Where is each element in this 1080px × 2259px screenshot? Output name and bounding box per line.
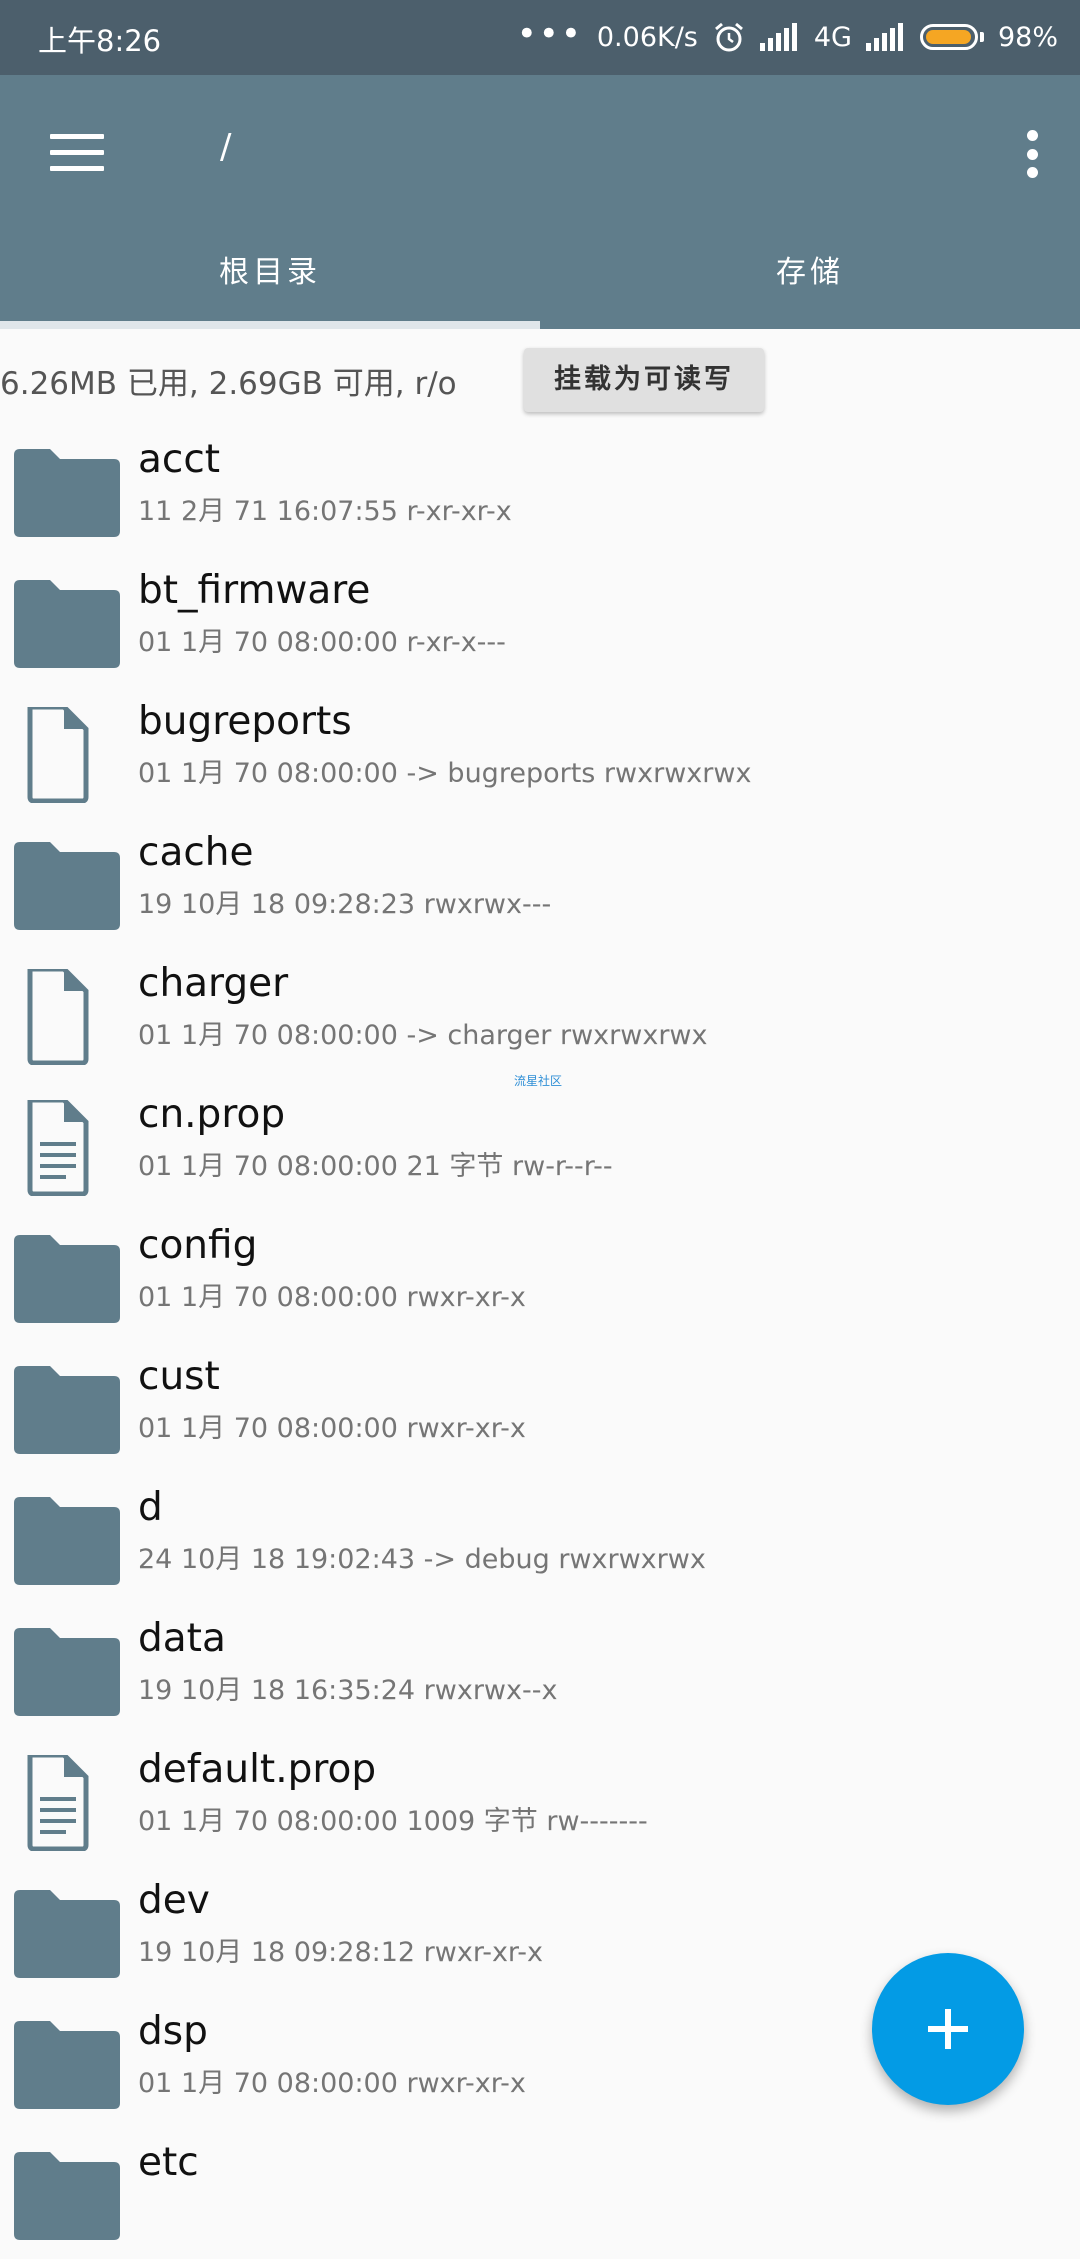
notification-dots-icon: •••	[516, 14, 583, 54]
status-icons: ••• 0.06K/s 4G 98%	[517, 16, 1058, 58]
file-meta: 01 1月 70 08:00:00 rwxr-xr-x	[138, 1413, 526, 1444]
watermark: 流星社区	[514, 1074, 563, 1088]
file-meta: 01 1月 70 08:00:00 rwxr-xr-x	[138, 2068, 526, 2099]
file-meta: 01 1月 70 08:00:00 rwxr-xr-x	[138, 1282, 526, 1313]
alarm-icon	[714, 22, 743, 52]
file-meta: 19 10月 18 09:28:23 rwxrwx---	[138, 889, 552, 920]
file-row[interactable]: d 24 10月 18 19:02:43 -> debug rwxrwxrwx	[0, 1473, 1080, 1604]
file-name: d	[138, 1485, 163, 1530]
net-speed: 0.06K/s	[596, 21, 698, 53]
file-name: dev	[138, 1878, 210, 1923]
file-row[interactable]: default.prop 01 1月 70 08:00:00 1009 字节 rw…	[0, 1735, 1080, 1866]
tab-storage[interactable]: 存储	[540, 245, 1080, 329]
file-meta: 11 2月 71 16:07:55 r-xr-xr-x	[138, 496, 512, 527]
current-path: /	[220, 127, 232, 167]
folder-icon	[10, 1231, 122, 1327]
file-name: config	[138, 1223, 258, 1268]
add-fab-button[interactable]	[872, 1953, 1024, 2105]
file-name: acct	[138, 437, 221, 482]
folder-icon	[10, 576, 122, 672]
tab-root[interactable]: 根目录	[0, 245, 540, 329]
folder-icon	[10, 1624, 122, 1720]
overflow-menu-icon[interactable]	[1024, 130, 1040, 178]
file-name: charger	[138, 961, 289, 1006]
storage-info-row: 6.26MB 已用, 2.69GB 可用, r/o 挂载为可读写	[0, 340, 1080, 420]
app-bar: / 根目录 存储	[0, 75, 1080, 329]
file-row[interactable]: etc	[0, 2128, 1080, 2259]
signal-icon-2	[865, 23, 903, 51]
network-type: 4G	[813, 21, 852, 53]
file-name: cn.prop	[138, 1092, 286, 1137]
folder-icon	[10, 1362, 122, 1458]
file-row[interactable]: config 01 1月 70 08:00:00 rwxr-xr-x	[0, 1211, 1080, 1342]
file-meta: 01 1月 70 08:00:00 -> charger rwxrwxrwx	[138, 1020, 708, 1051]
battery-percent: 98%	[997, 21, 1058, 53]
folder-icon	[10, 1493, 122, 1589]
signal-icon	[759, 23, 797, 51]
text-file-icon	[10, 1097, 122, 1197]
file-meta: 24 10月 18 19:02:43 -> debug rwxrwxrwx	[138, 1544, 706, 1575]
tab-indicator	[0, 321, 540, 329]
file-row[interactable]: acct 11 2月 71 16:07:55 r-xr-xr-x	[0, 425, 1080, 556]
folder-icon	[10, 838, 122, 934]
file-meta: 01 1月 70 08:00:00 1009 字节 rw-------	[138, 1806, 648, 1837]
file-name: data	[138, 1616, 226, 1661]
file-name: etc	[138, 2140, 199, 2185]
file-row[interactable]: cache 19 10月 18 09:28:23 rwxrwx---	[0, 818, 1080, 949]
file-row[interactable]: bugreports 01 1月 70 08:00:00 -> bugreport…	[0, 687, 1080, 818]
tab-bar: 根目录 存储	[0, 245, 1080, 329]
storage-info: 6.26MB 已用, 2.69GB 可用, r/o	[0, 366, 457, 402]
file-meta: 19 10月 18 16:35:24 rwxrwx--x	[138, 1675, 558, 1706]
file-name: cust	[138, 1354, 220, 1399]
file-meta: 19 10月 18 09:28:12 rwxr-xr-x	[138, 1937, 544, 1968]
file-row[interactable]: cust 01 1月 70 08:00:00 rwxr-xr-x	[0, 1342, 1080, 1473]
file-row[interactable]: data 19 10月 18 16:35:24 rwxrwx--x	[0, 1604, 1080, 1735]
hamburger-menu-icon[interactable]	[50, 134, 104, 174]
folder-icon	[10, 445, 122, 541]
status-time: 上午8:26	[38, 24, 162, 58]
file-row[interactable]: bt_firmware 01 1月 70 08:00:00 r-xr-x---	[0, 556, 1080, 687]
battery-icon	[919, 24, 984, 50]
file-meta: 01 1月 70 08:00:00 21 字节 rw-r--r--	[138, 1151, 613, 1182]
mount-rw-button[interactable]: 挂载为可读写	[524, 348, 764, 412]
file-name: dsp	[138, 2009, 208, 2054]
file-row[interactable]: charger 01 1月 70 08:00:00 -> charger rwxr…	[0, 949, 1080, 1080]
file-name: default.prop	[138, 1747, 377, 1792]
folder-icon	[10, 2017, 122, 2113]
text-file-icon	[10, 1752, 122, 1852]
file-icon	[10, 704, 122, 804]
file-meta: 01 1月 70 08:00:00 -> bugreports rwxrwxrw…	[138, 758, 752, 789]
file-name: bugreports	[138, 699, 352, 744]
file-row[interactable]: cn.prop 01 1月 70 08:00:00 21 字节 rw-r--r--	[0, 1080, 1080, 1211]
file-meta: 01 1月 70 08:00:00 r-xr-x---	[138, 627, 506, 658]
file-icon	[10, 966, 122, 1066]
file-name: cache	[138, 830, 254, 875]
status-bar: 上午8:26 ••• 0.06K/s 4G 98%	[0, 0, 1080, 75]
folder-icon	[10, 2148, 122, 2244]
folder-icon	[10, 1886, 122, 1982]
file-name: bt_firmware	[138, 568, 371, 613]
